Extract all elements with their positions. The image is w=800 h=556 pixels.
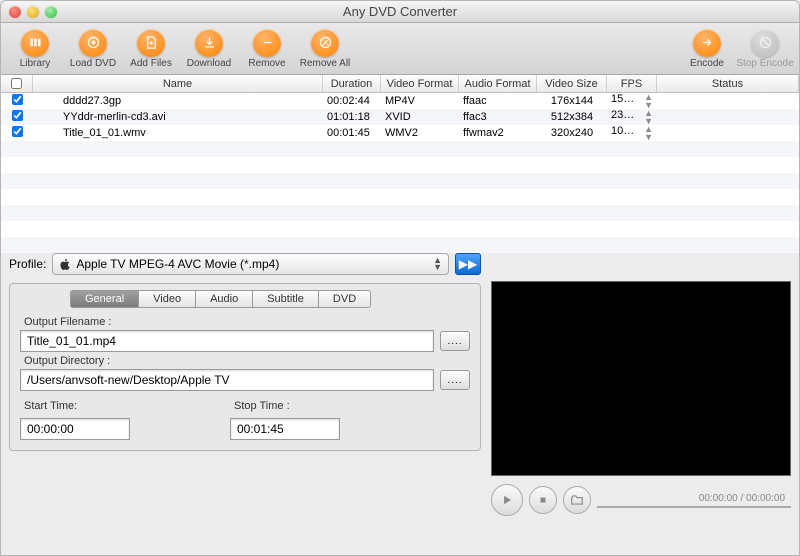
start-time-input[interactable] [20,418,130,440]
cell-video-size: 512x384 [537,111,607,123]
profile-go-button[interactable]: ▶▶ [455,253,481,275]
browse-filename-button[interactable]: .... [440,331,470,351]
download-icon [195,29,223,57]
tab-subtitle[interactable]: Subtitle [252,290,318,308]
remove-all-icon [311,29,339,57]
open-folder-button[interactable] [563,486,591,514]
cell-video-format: XVID [381,111,459,123]
remove-icon [253,29,281,57]
output-filename-label: Output Filename : [24,316,470,328]
output-directory-label: Output Directory : [24,355,470,367]
cell-audio-format: ffac3 [459,111,537,123]
preview-panel: 00:00:00 / 00:00:00 [491,253,791,516]
stop-time-input[interactable] [230,418,340,440]
tab-video[interactable]: Video [138,290,195,308]
fps-stepper-icon[interactable]: ▲▼ [644,93,653,109]
header-status[interactable]: Status [657,75,799,92]
apple-icon [59,258,72,271]
stop-encode-icon [751,29,779,57]
cell-name: Title_01_01.wmv [33,127,323,139]
start-time-label: Start Time: [24,400,130,412]
window-title: Any DVD Converter [1,4,799,19]
bottom-panel: Profile: Apple TV MPEG-4 AVC Movie (*.mp… [1,245,799,524]
table-row[interactable]: dddd27.3gp 00:02:44 MP4V ffaac 176x144 1… [1,93,799,109]
header-fps[interactable]: FPS [607,75,657,92]
remove-button[interactable]: Remove [241,29,293,69]
header-name[interactable]: Name [33,75,323,92]
row-checkbox[interactable] [12,110,23,121]
cell-duration: 00:01:45 [323,127,381,139]
cell-audio-format: ffwmav2 [459,127,537,139]
cell-audio-format: ffaac [459,95,537,107]
output-directory-input[interactable] [20,369,434,391]
file-list-header: Name Duration Video Format Audio Format … [1,75,799,93]
download-button[interactable]: Download [183,29,235,69]
profile-selected: Apple TV MPEG-4 AVC Movie (*.mp4) [76,257,279,271]
tab-audio[interactable]: Audio [195,290,252,308]
add-file-icon [137,29,165,57]
header-audio-format[interactable]: Audio Format [459,75,537,92]
encode-button[interactable]: Encode [681,29,733,69]
cell-video-size: 176x144 [537,95,607,107]
row-checkbox[interactable] [12,94,23,105]
header-video-size[interactable]: Video Size [537,75,607,92]
video-preview [491,281,791,476]
fps-stepper-icon[interactable]: ▲▼ [644,109,653,125]
add-files-button[interactable]: Add Files [125,29,177,69]
cell-video-size: 320x240 [537,127,607,139]
tab-general[interactable]: General [70,290,138,308]
settings-tabs: General Video Audio Subtitle DVD [70,290,470,308]
stop-encode-button: Stop Encode [739,29,791,69]
profile-label: Profile: [9,257,46,271]
library-button[interactable]: Library [9,29,61,69]
library-icon [21,29,49,57]
settings-panel: Profile: Apple TV MPEG-4 AVC Movie (*.mp… [9,253,481,516]
header-video-format[interactable]: Video Format [381,75,459,92]
encode-icon [693,29,721,57]
stop-button[interactable] [529,486,557,514]
cell-name: dddd27.3gp [33,95,323,107]
play-button[interactable] [491,484,523,516]
tab-dvd[interactable]: DVD [318,290,371,308]
player-progress[interactable] [597,506,791,508]
cell-duration: 01:01:18 [323,111,381,123]
stop-time-label: Stop Time : [234,400,340,412]
table-row[interactable]: Title_01_01.wmv 00:01:45 WMV2 ffwmav2 32… [1,125,799,141]
cell-name: YYddr-merlin-cd3.avi [33,111,323,123]
player-time: 00:00:00 / 00:00:00 [699,493,785,504]
file-list: Name Duration Video Format Audio Format … [1,75,799,245]
cell-fps[interactable]: 23…▲▼ [607,109,657,125]
browse-directory-button[interactable]: .... [440,370,470,390]
profile-select[interactable]: Apple TV MPEG-4 AVC Movie (*.mp4) ▲▼ [52,253,449,275]
toolbar: Library Load DVD Add Files Download Remo… [1,23,799,75]
row-checkbox[interactable] [12,126,23,137]
cell-fps[interactable]: 15…▲▼ [607,93,657,109]
dvd-icon [79,29,107,57]
select-arrows-icon: ▲▼ [433,257,442,271]
table-row[interactable]: YYddr-merlin-cd3.avi 01:01:18 XVID ffac3… [1,109,799,125]
header-duration[interactable]: Duration [323,75,381,92]
output-filename-input[interactable] [20,330,434,352]
cell-video-format: WMV2 [381,127,459,139]
fps-stepper-icon[interactable]: ▲▼ [644,125,653,141]
load-dvd-button[interactable]: Load DVD [67,29,119,69]
titlebar: Any DVD Converter [1,1,799,23]
cell-video-format: MP4V [381,95,459,107]
cell-duration: 00:02:44 [323,95,381,107]
remove-all-button[interactable]: Remove All [299,29,351,69]
header-checkbox[interactable] [1,75,33,92]
cell-fps[interactable]: 10…▲▼ [607,125,657,141]
